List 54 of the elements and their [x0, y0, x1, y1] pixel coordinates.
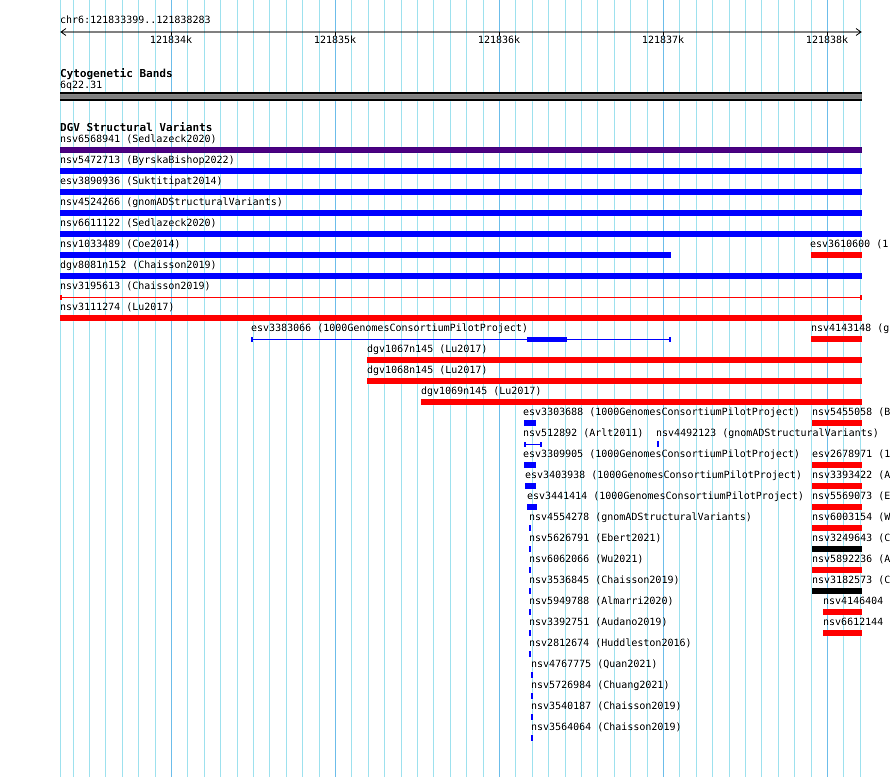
variant-label: nsv6611122 (Sedlazeck2020)	[60, 218, 217, 230]
variant-label: nsv5472713 (ByrskaBishop2022)	[60, 155, 235, 167]
variant-label: nsv2812674 (Huddleston2016)	[529, 638, 692, 650]
variant-label: nsv6062066 (Wu2021)	[529, 554, 644, 566]
variant-label: nsv5726984 (Chuang2021)	[531, 680, 670, 692]
tick-label: 121834k	[150, 35, 192, 47]
variant-label: esv3383066 (1000GenomesConsortiumPilotProject)	[251, 323, 528, 335]
variant-label: nsv4554278 (gnomADStructuralVariants)	[529, 512, 752, 524]
tick-label: 121835k	[314, 35, 356, 47]
variant-label: nsv3392751 (Audano2019)	[529, 617, 668, 629]
tick-label: 121837k	[642, 35, 684, 47]
variant-label: nsv4767775 (Quan2021)	[531, 659, 658, 671]
variant-label: esv3303688 (1000GenomesConsortiumPilotProject)	[523, 407, 800, 419]
variant-label: esv3309905 (1000GenomesConsortiumPilotProject)	[523, 449, 800, 461]
variant-label: nsv3182573 (C	[812, 575, 890, 587]
variant-label: nsv6568941 (Sedlazeck2020)	[60, 134, 217, 146]
variant-label: esv3403938 (1000GenomesConsortiumPilotProject)	[525, 470, 802, 482]
variant-label: nsv3536845 (Chaisson2019)	[529, 575, 680, 587]
variant-label: nsv4146404	[823, 596, 884, 608]
variant-label: esv3441414 (1000GenomesConsortiumPilotProject)	[527, 491, 804, 503]
tick-label: 121838k	[806, 35, 848, 47]
variant-label: nsv3249643 (C	[812, 533, 890, 545]
variant-bar[interactable]	[251, 337, 671, 342]
variant-label: dgv8081n152 (Chaisson2019)	[60, 260, 217, 272]
variant-label: nsv1033489 (Coe2014)	[60, 239, 180, 251]
variant-bar[interactable]	[524, 442, 542, 447]
variant-label: nsv3393422 (A	[812, 470, 890, 482]
track-title: DGV Structural Variants	[60, 121, 212, 134]
variant-label: nsv3564064 (Chaisson2019)	[531, 722, 682, 734]
variant-bar[interactable]	[60, 295, 862, 300]
variant-label: nsv6003154 (W	[812, 512, 890, 524]
variant-label: nsv4492123 (gnomADStructuralVariants)	[656, 428, 879, 440]
variant-label: esv3610600 (1	[810, 239, 888, 251]
variant-label: nsv5626791 (Ebert2021)	[529, 533, 662, 545]
variant-label: nsv5569073 (E	[812, 491, 890, 503]
variant-label: nsv6612144	[823, 617, 884, 629]
location-label: chr6:121833399..121838283	[60, 15, 211, 27]
variant-label: dgv1067n145 (Lu2017)	[367, 344, 488, 356]
variant-label: nsv512892 (Arlt2011)	[523, 428, 644, 440]
variant-label: nsv5892236 (A	[812, 554, 890, 566]
variant-label: nsv3195613 (Chaisson2019)	[60, 281, 211, 293]
variant-label: nsv4143148 (g	[811, 323, 890, 335]
variant-label: nsv3111274 (Lu2017)	[60, 302, 174, 314]
variant-label: esv3890936 (Suktitipat2014)	[60, 176, 223, 188]
variant-label: esv2678971 (1	[812, 449, 890, 461]
band-label: 6q22.31	[60, 80, 102, 92]
variant-label: dgv1069n145 (Lu2017)	[421, 386, 542, 398]
variant-label: nsv5949788 (Almarri2020)	[529, 596, 674, 608]
variant-label: dgv1068n145 (Lu2017)	[367, 365, 488, 377]
variant-label: nsv5455058 (B	[812, 407, 890, 419]
variant-label: nsv3540187 (Chaisson2019)	[531, 701, 682, 713]
tick-label: 121836k	[478, 35, 520, 47]
variant-label: nsv4524266 (gnomADStructuralVariants)	[60, 197, 283, 209]
track-title: Cytogenetic Bands	[60, 67, 173, 80]
